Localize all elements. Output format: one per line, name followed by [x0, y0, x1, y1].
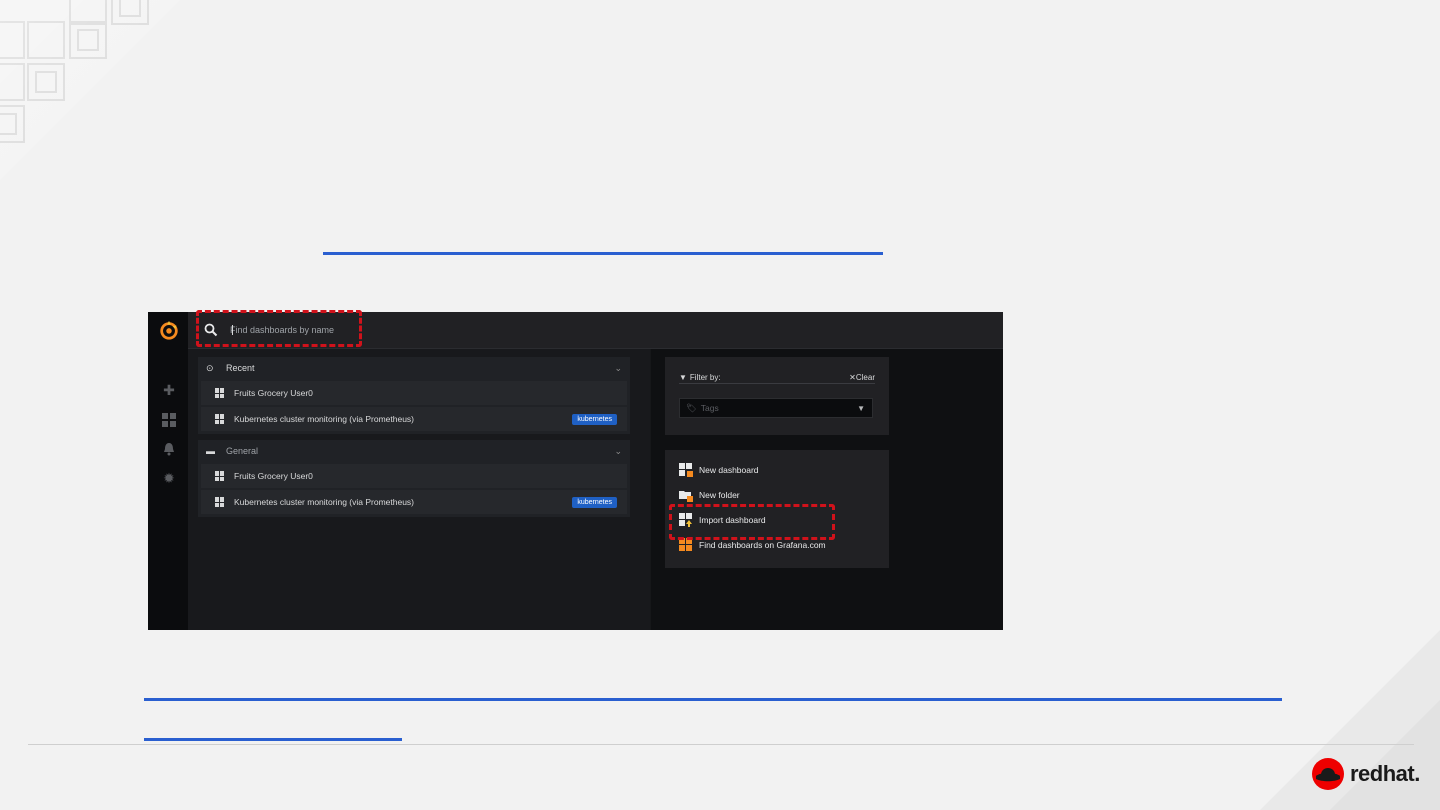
section-header-recent[interactable]: ⊙ Recent ⌄	[198, 357, 630, 379]
dashboard-link[interactable]: Kubernetes cluster monitoring (via Prome…	[234, 414, 414, 424]
dashboard-grid-icon	[215, 471, 225, 481]
dashboard-link[interactable]: Kubernetes cluster monitoring (via Prome…	[234, 497, 414, 507]
grafana-logo-icon[interactable]	[158, 319, 180, 341]
list-item[interactable]: Kubernetes cluster monitoring (via Prome…	[201, 407, 627, 431]
caret-down-icon: ▼	[857, 403, 865, 413]
section-recent: ⊙ Recent ⌄ Fruits Grocery User0 Kubernet…	[198, 357, 630, 434]
filter-icon: ▼	[679, 372, 687, 382]
corner-decorative-pattern	[0, 0, 180, 180]
filter-label: Filter by:	[689, 372, 721, 382]
title-underline	[323, 252, 883, 255]
section-general: ▬ General ⌄ Fruits Grocery User0 Kuberne…	[198, 440, 630, 517]
clock-icon: ⊙	[206, 362, 214, 373]
filter-panel: ▼ Filter by: ✕Clear 🏷 Tags ▼	[665, 357, 889, 435]
folder-icon: ▬	[206, 446, 215, 456]
dashboard-link[interactable]: Fruits Grocery User0	[234, 388, 313, 398]
list-item[interactable]: Kubernetes cluster monitoring (via Prome…	[201, 490, 627, 514]
gear-icon[interactable]: ✹	[162, 471, 176, 485]
dashboard-link[interactable]: Fruits Grocery User0	[234, 471, 313, 481]
new-dashboard-icon	[679, 463, 693, 477]
clear-filter-button[interactable]: ✕Clear	[849, 373, 875, 382]
grafana-screenshot: ✚ ✹ ⊙ Recent ⌄ Fruits Grocery User0	[148, 312, 1003, 630]
plus-icon[interactable]: ✚	[162, 383, 176, 397]
footer-divider	[28, 744, 1414, 745]
new-dashboard-button[interactable]: New dashboard	[679, 462, 759, 478]
section-title: Recent	[226, 363, 255, 373]
section-header-general[interactable]: ▬ General ⌄	[198, 440, 630, 462]
search-actions-pane: ▼ Filter by: ✕Clear 🏷 Tags ▼ New dashboa…	[651, 349, 1003, 630]
tags-select[interactable]: 🏷 Tags ▼	[679, 398, 873, 418]
chevron-down-icon[interactable]: ⌄	[614, 363, 622, 374]
shadowman-icon	[1312, 758, 1344, 790]
dashboard-grid-icon	[215, 388, 225, 398]
import-highlight-box	[669, 504, 835, 540]
redhat-logo: redhat.	[1310, 756, 1420, 792]
tag-badge[interactable]: kubernetes	[572, 413, 617, 425]
dashboards-icon[interactable]	[162, 413, 176, 427]
filter-row: ▼ Filter by: ✕Clear	[679, 371, 875, 384]
section-title: General	[226, 446, 259, 456]
bell-icon[interactable]	[162, 442, 176, 456]
new-folder-button[interactable]: New folder	[679, 487, 740, 503]
list-item[interactable]: Fruits Grocery User0	[201, 464, 627, 488]
grafana-sidebar: ✚ ✹	[148, 312, 188, 630]
caption-underline-1	[144, 698, 1282, 701]
list-item[interactable]: Fruits Grocery User0	[201, 381, 627, 405]
new-folder-icon	[679, 491, 693, 502]
brand-wordmark: redhat.	[1350, 761, 1420, 786]
chevron-down-icon[interactable]: ⌄	[614, 446, 622, 457]
tags-placeholder: Tags	[700, 403, 719, 413]
caption-underline-2	[144, 738, 402, 741]
close-icon: ✕	[849, 372, 856, 382]
tag-badge[interactable]: kubernetes	[572, 496, 617, 508]
dashboard-list: ⊙ Recent ⌄ Fruits Grocery User0 Kubernet…	[188, 349, 650, 630]
tag-icon: 🏷	[686, 402, 697, 413]
dashboard-grid-icon	[215, 497, 225, 507]
dashboard-grid-icon	[215, 414, 225, 424]
search-highlight-box	[196, 310, 362, 347]
grafana-com-icon	[679, 538, 692, 551]
